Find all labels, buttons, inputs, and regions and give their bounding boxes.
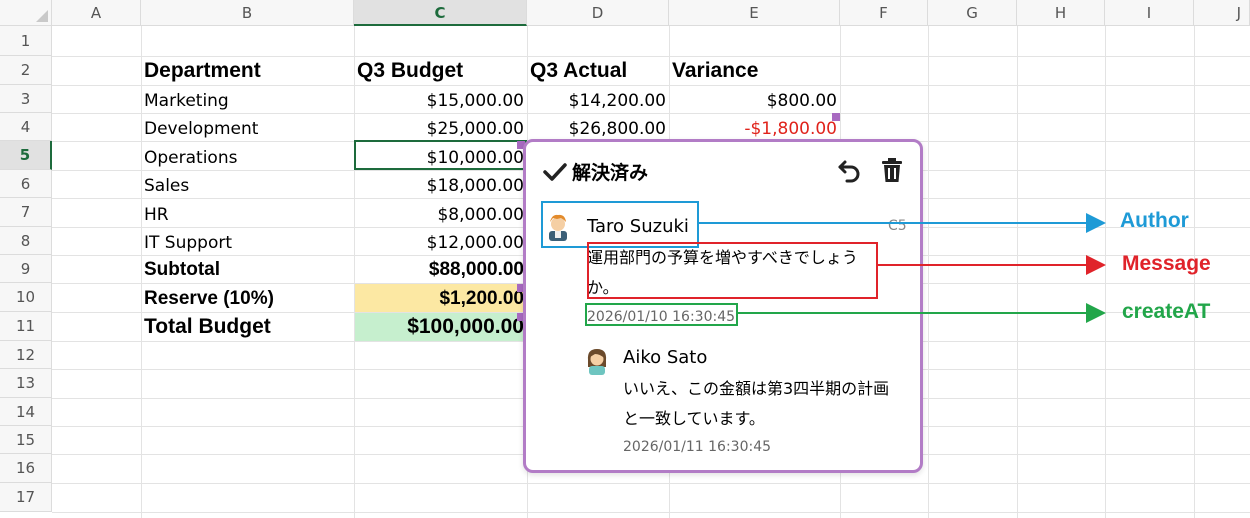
created-annotation-label: createAT <box>1122 300 1211 323</box>
column-header-e[interactable]: E <box>669 0 840 26</box>
header-department[interactable]: Department <box>141 56 354 85</box>
row-header-3[interactable]: 3 <box>0 85 52 113</box>
author-highlight-box <box>541 201 699 248</box>
cell-budget[interactable]: $12,000.00 <box>354 227 527 255</box>
cell-actual[interactable]: $26,800.00 <box>527 113 669 141</box>
comment-indicator[interactable] <box>832 113 840 121</box>
row-header-5[interactable]: 5 <box>0 141 52 170</box>
cell-department[interactable]: IT Support <box>141 227 354 255</box>
row-header-13[interactable]: 13 <box>0 369 52 398</box>
column-header-f[interactable]: F <box>840 0 928 26</box>
message-highlight-box <box>587 242 878 299</box>
thread-header: 解決済み <box>542 158 648 185</box>
woman-avatar-icon <box>582 345 612 375</box>
subtotal-label[interactable]: Subtotal <box>141 255 354 283</box>
reserve-label[interactable]: Reserve (10%) <box>141 283 354 312</box>
active-cell-outline <box>354 140 527 170</box>
row-header-12[interactable]: 12 <box>0 341 52 369</box>
resolved-status: 解決済み <box>572 162 649 184</box>
select-all-corner[interactable] <box>0 0 52 26</box>
cell-variance-negative[interactable]: -$1,800.00 <box>669 113 840 141</box>
column-header-h[interactable]: H <box>1017 0 1105 26</box>
column-header-g[interactable]: G <box>928 0 1017 26</box>
column-header-a[interactable]: A <box>52 0 141 26</box>
row-header-16[interactable]: 16 <box>0 454 52 483</box>
cell-department[interactable]: Sales <box>141 170 354 198</box>
message-annotation-label: Message <box>1122 252 1211 275</box>
row-header-15[interactable]: 15 <box>0 426 52 454</box>
row-header-10[interactable]: 10 <box>0 283 52 312</box>
author-annotation-label: Author <box>1120 209 1189 232</box>
row-header-6[interactable]: 6 <box>0 170 52 198</box>
row-header-17[interactable]: 17 <box>0 483 52 512</box>
row-header-1[interactable]: 1 <box>0 26 52 56</box>
row-header-2[interactable]: 2 <box>0 56 52 85</box>
row-header-9[interactable]: 9 <box>0 255 52 283</box>
column-header-d[interactable]: D <box>527 0 669 26</box>
header-q3-actual[interactable]: Q3 Actual <box>527 56 669 85</box>
row-header-14[interactable]: 14 <box>0 398 52 426</box>
column-header-c[interactable]: C <box>354 0 527 26</box>
cell-department[interactable]: Operations <box>141 141 354 170</box>
total-value[interactable]: $100,000.00 <box>354 312 527 341</box>
row-header-8[interactable]: 8 <box>0 227 52 255</box>
reserve-value[interactable]: $1,200.00 <box>354 283 527 312</box>
comment-message: いいえ、この金額は第3四半期の計画と一致しています。 <box>623 379 890 428</box>
undo-icon[interactable] <box>836 156 864 184</box>
column-header-b[interactable]: B <box>141 0 354 26</box>
trash-icon[interactable] <box>878 156 906 184</box>
cell-department[interactable]: Marketing <box>141 85 354 113</box>
check-icon <box>542 159 568 185</box>
comment-timestamp: 2026/01/11 16:30:45 <box>623 439 772 455</box>
comment-author: Aiko Sato <box>623 347 708 368</box>
subtotal-value[interactable]: $88,000.00 <box>354 255 527 283</box>
header-q3-budget[interactable]: Q3 Budget <box>354 56 527 85</box>
cell-budget[interactable]: $15,000.00 <box>354 85 527 113</box>
total-label[interactable]: Total Budget <box>141 312 354 341</box>
cell-budget[interactable]: $8,000.00 <box>354 198 527 227</box>
row-header-7[interactable]: 7 <box>0 198 52 227</box>
cell-variance[interactable]: $800.00 <box>669 85 840 113</box>
cell-budget[interactable]: $18,000.00 <box>354 170 527 198</box>
time-highlight-box <box>585 303 738 326</box>
column-header-j[interactable]: J <box>1194 0 1250 26</box>
cell-department[interactable]: HR <box>141 198 354 227</box>
cell-reference: C5 <box>888 218 907 234</box>
cell-department[interactable]: Development <box>141 113 354 141</box>
row-header-4[interactable]: 4 <box>0 113 52 141</box>
row-header-11[interactable]: 11 <box>0 312 52 341</box>
column-header-i[interactable]: I <box>1105 0 1194 26</box>
cell-budget[interactable]: $25,000.00 <box>354 113 527 141</box>
header-variance[interactable]: Variance <box>669 56 840 85</box>
cell-actual[interactable]: $14,200.00 <box>527 85 669 113</box>
